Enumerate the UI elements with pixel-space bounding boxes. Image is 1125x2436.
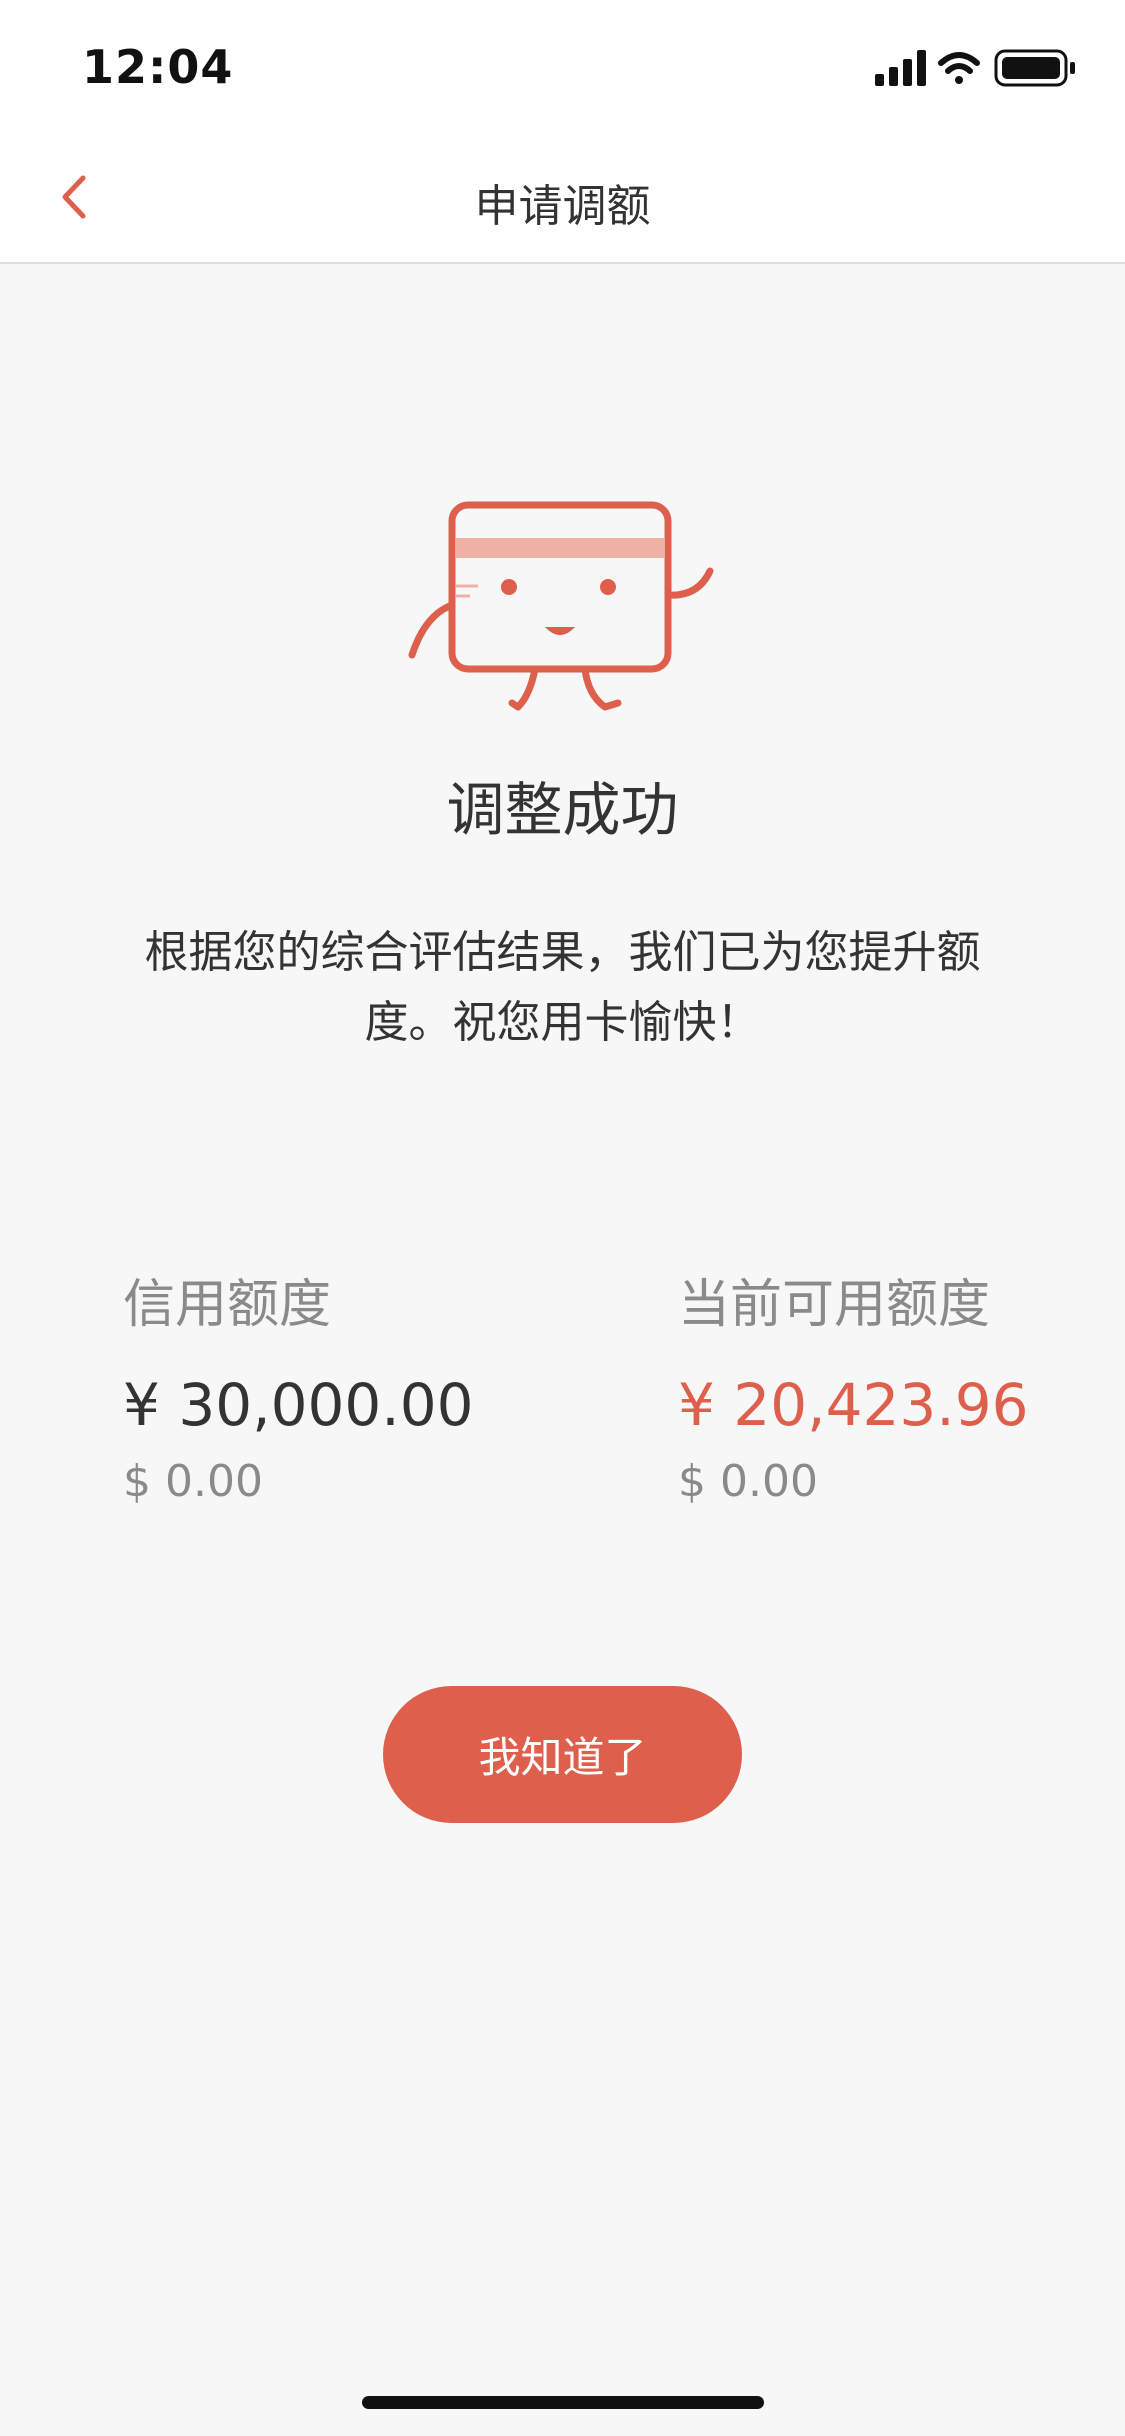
available-limit-block: 当前可用额度 ¥ 20,423.96 $ 0.00 (678, 1270, 1098, 1512)
status-bar: 12:04 (0, 0, 1125, 132)
result-title: 调整成功 (446, 776, 679, 844)
available-limit-value: ¥ 20,423.96 (678, 1371, 1029, 1439)
page-title: 申请调额 (474, 181, 651, 232)
home-indicator (362, 2396, 764, 2409)
confirm-button[interactable]: 我知道了 (383, 1686, 742, 1823)
status-time: 12:04 (82, 40, 234, 94)
credit-limit-usd: $ 0.00 (123, 1456, 263, 1507)
card-mascot-icon (400, 495, 730, 725)
wifi-icon (938, 52, 980, 84)
signal-icon (875, 50, 926, 86)
available-limit-usd: $ 0.00 (678, 1456, 818, 1507)
credit-limit-value: ¥ 30,000.00 (123, 1371, 474, 1439)
nav-bar: 申请调额 (0, 132, 1125, 264)
credit-limit-block: 信用额度 ¥ 30,000.00 $ 0.00 (123, 1270, 543, 1512)
credit-limit-label: 信用额度 (123, 1275, 332, 1335)
available-limit-label: 当前可用额度 (678, 1275, 991, 1335)
battery-icon (994, 49, 1075, 87)
status-icons (875, 48, 1085, 88)
result-description: 根据您的综合评估结果，我们已为您提升额度。祝您用卡愉快！ (144, 927, 981, 1048)
